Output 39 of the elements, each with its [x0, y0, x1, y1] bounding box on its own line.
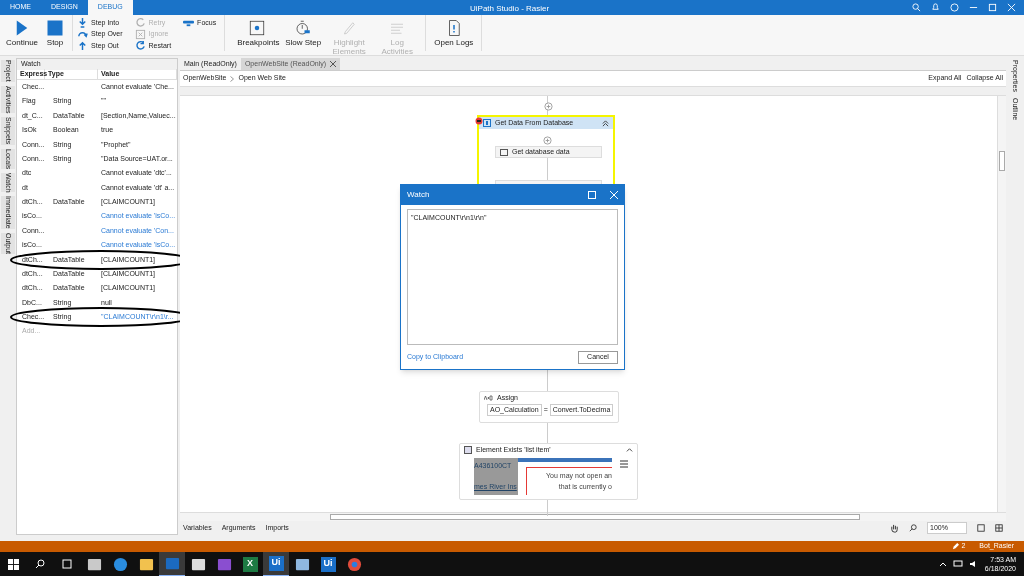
vertical-scrollbar[interactable] — [997, 96, 1006, 512]
bell-icon[interactable] — [931, 3, 940, 12]
slow-icon — [294, 19, 313, 37]
close-icon[interactable] — [330, 61, 337, 67]
maximize-icon[interactable] — [588, 191, 596, 199]
element-icon — [464, 446, 472, 454]
overview-icon[interactable] — [995, 524, 1003, 532]
menu-icon[interactable] — [619, 459, 629, 469]
fit-screen-icon[interactable] — [977, 524, 985, 532]
hand-icon[interactable] — [890, 523, 899, 533]
pencil-icon — [952, 543, 960, 550]
ignore-icon — [134, 28, 146, 40]
database-icon — [500, 148, 508, 156]
network-icon[interactable] — [952, 560, 963, 568]
breakpoint-icon[interactable] — [475, 117, 483, 125]
sequence-icon — [483, 119, 491, 127]
chevron-up-icon[interactable] — [938, 560, 947, 568]
windows-start-icon[interactable] — [8, 558, 19, 570]
task-view-icon[interactable] — [61, 559, 73, 569]
window-title: UiPath Studio - Rasier — [470, 3, 550, 15]
collapse-icon[interactable] — [602, 119, 609, 127]
chevron-right-icon — [230, 75, 235, 82]
stop-icon — [46, 19, 65, 37]
breakpoints-icon — [248, 19, 267, 37]
dialog-title: Watch — [407, 189, 430, 201]
horizontal-scrollbar[interactable] — [180, 512, 1006, 521]
assign-icon — [484, 395, 493, 401]
collapse-icon[interactable] — [626, 446, 633, 454]
search-icon[interactable] — [35, 559, 45, 569]
retry-icon — [134, 17, 146, 29]
ribbon-button[interactable]: Slow Step — [281, 15, 326, 47]
ribbon-button[interactable]: Stop — [42, 15, 69, 47]
ribbon-button[interactable]: Open Logs — [430, 15, 478, 47]
ribbon-button[interactable]: Breakpoints — [233, 15, 282, 47]
ribbon-button[interactable]: Continue — [2, 15, 43, 47]
taskbar-app-icon[interactable]: Ui — [263, 551, 289, 576]
search-icon[interactable] — [909, 524, 917, 532]
maximize-icon[interactable] — [988, 3, 997, 12]
restart-icon — [134, 40, 146, 52]
